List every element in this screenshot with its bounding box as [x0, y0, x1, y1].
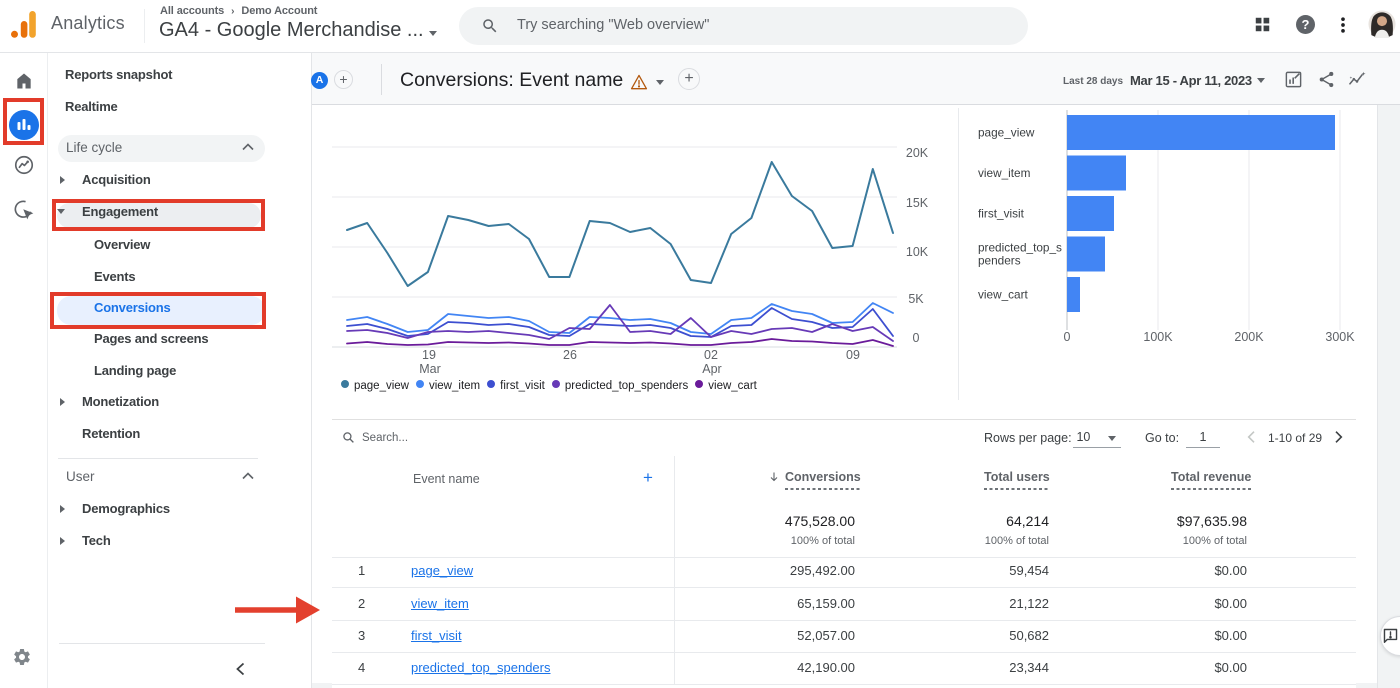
- svg-text:predicted_top_s: predicted_top_s: [978, 241, 1062, 255]
- svg-text:Mar: Mar: [419, 362, 441, 376]
- svg-text:09: 09: [846, 348, 860, 362]
- svg-text:view_cart: view_cart: [978, 288, 1029, 302]
- svg-text:0: 0: [913, 331, 920, 345]
- svg-text:02: 02: [704, 348, 718, 362]
- svg-text:10K: 10K: [906, 245, 929, 259]
- svg-text:19: 19: [422, 348, 436, 362]
- svg-text:100K: 100K: [1143, 330, 1173, 344]
- svg-text:view_item: view_item: [978, 166, 1031, 180]
- svg-text:penders: penders: [978, 254, 1021, 268]
- svg-text:Apr: Apr: [702, 362, 721, 376]
- svg-text:300K: 300K: [1325, 330, 1355, 344]
- svg-text:200K: 200K: [1234, 330, 1264, 344]
- svg-text:page_view: page_view: [978, 126, 1035, 140]
- svg-text:15K: 15K: [906, 196, 929, 210]
- svg-text:26: 26: [563, 348, 577, 362]
- svg-text:20K: 20K: [906, 146, 929, 160]
- svg-text:first_visit: first_visit: [978, 207, 1025, 221]
- svg-text:5K: 5K: [908, 292, 924, 306]
- svg-text:0: 0: [1064, 330, 1071, 344]
